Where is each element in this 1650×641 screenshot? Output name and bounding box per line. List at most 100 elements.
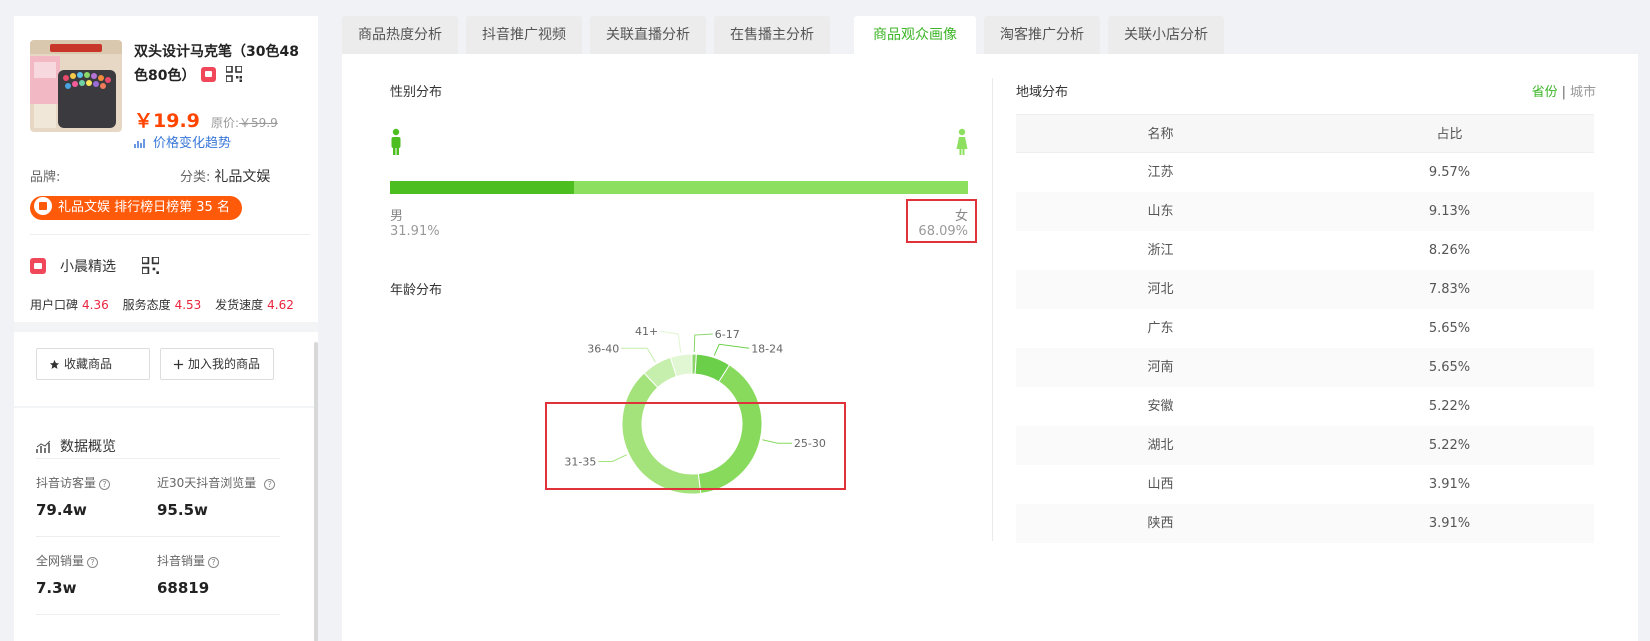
donut-label: 6-17: [715, 328, 740, 341]
current-price: ￥19.9: [134, 110, 200, 132]
score-item: 发货速度 4.62: [215, 298, 294, 312]
region-name: 山西: [1147, 477, 1174, 492]
table-row: 安徽 5.22%: [1016, 387, 1594, 426]
original-price-value: ￥59.9: [239, 116, 278, 130]
qr-code-icon[interactable]: [226, 66, 243, 82]
region-table: 名称 占比 江苏 9.57% 山东 9.13% 浙江 8.26% 河北 7.83% 广东…: [1016, 114, 1594, 543]
tab-douyin-videos[interactable]: 抖音推广视频: [466, 16, 582, 54]
tab-streamer-analysis[interactable]: 在售播主分析: [714, 16, 830, 54]
highlight-box: [545, 402, 846, 490]
tab-audience-profile[interactable]: 商品观众画像: [854, 16, 976, 54]
score-label: 服务态度: [122, 298, 171, 312]
table-row: 广东 5.65%: [1016, 309, 1594, 348]
score-label: 发货速度: [215, 298, 264, 312]
section-separator: [14, 322, 318, 332]
favorite-button[interactable]: 收藏商品: [36, 348, 150, 380]
stat-label: 抖音访客量: [36, 476, 97, 490]
rank-badge[interactable]: 礼品文娱 排行榜日榜第 35 名: [30, 196, 242, 220]
qr-code-icon[interactable]: [142, 257, 159, 274]
region-name: 广东: [1147, 321, 1174, 336]
shopping-bag-icon: [34, 197, 52, 215]
toggle-separator: |: [1561, 85, 1566, 100]
tab-store-analysis[interactable]: 关联小店分析: [1108, 16, 1224, 54]
shop-icon[interactable]: [201, 67, 217, 82]
donut-label: 41+: [635, 325, 658, 338]
age-section-title: 年龄分布: [390, 283, 443, 298]
stat-label: 抖音销量: [157, 554, 206, 568]
region-name: 湖北: [1147, 438, 1174, 453]
shop-icon: [30, 258, 46, 274]
table-row: 湖北 5.22%: [1016, 426, 1594, 465]
male-icon: [391, 128, 401, 155]
stat-value: 95.5w: [157, 501, 208, 519]
region-share: 8.26%: [1428, 243, 1471, 258]
product-card: 双头设计马克笔（30色48色80色） ￥19.9 原价:￥59.9 价格变化趋势: [30, 40, 310, 151]
rank-badge-text: 礼品文娱 排行榜日榜第 35 名: [58, 200, 230, 215]
help-icon[interactable]: ?: [87, 557, 99, 568]
divider: [36, 614, 280, 615]
region-name: 河南: [1147, 360, 1174, 375]
table-row: 江苏 9.57%: [1016, 153, 1594, 192]
add-to-my-products-button[interactable]: 加入我的商品: [160, 348, 274, 380]
section-separator: [14, 406, 318, 408]
help-icon[interactable]: ?: [99, 479, 111, 490]
original-price-label: 原价:: [210, 116, 240, 130]
product-title[interactable]: 双头设计马克笔（30色48色80色）: [134, 40, 310, 88]
tab-product-heat[interactable]: 商品热度分析: [342, 16, 458, 54]
score-item: 服务态度 4.53: [123, 298, 202, 312]
region-name: 安徽: [1147, 399, 1174, 414]
region-share: 9.13%: [1428, 204, 1471, 219]
tab-live-analysis[interactable]: 关联直播分析: [590, 16, 706, 54]
divider: [36, 458, 280, 459]
star-icon: [49, 359, 60, 369]
help-icon[interactable]: ?: [208, 557, 220, 568]
brand-label: 品牌:: [30, 170, 61, 185]
stat-total-sales: 全网销量? 7.3w: [36, 552, 166, 597]
product-title-text: 双头设计马克笔（30色48色80色）: [134, 44, 299, 84]
table-row: 陕西 3.91%: [1016, 504, 1594, 543]
favorite-button-label: 收藏商品: [64, 357, 113, 371]
stat-douyin-sales: 抖音销量? 68819: [157, 552, 287, 597]
table-row: 河北 7.83%: [1016, 270, 1594, 309]
help-icon[interactable]: ?: [264, 479, 276, 490]
region-share: 5.22%: [1428, 438, 1471, 453]
stat-value: 68819: [157, 579, 210, 597]
donut-leader-line: [621, 347, 656, 363]
gender-ratio-bar: [390, 181, 968, 194]
bar-chart-icon: [36, 440, 51, 453]
stat-douyin-visitors: 抖音访客量? 79.4w: [36, 474, 166, 519]
donut-label: 36-40: [587, 342, 619, 355]
divider: [30, 234, 310, 235]
female-icon: [956, 128, 968, 155]
stat-30day-views: 近30天抖音浏览量? 95.5w: [157, 474, 287, 519]
toggle-province[interactable]: 省份: [1532, 85, 1558, 100]
region-name: 陕西: [1147, 516, 1174, 531]
region-name: 山东: [1147, 204, 1174, 219]
data-overview-title-text: 数据概览: [60, 439, 116, 455]
sidebar-scrollbar[interactable]: [314, 342, 318, 641]
category-label: 分类:: [180, 170, 211, 185]
region-share: 9.57%: [1428, 165, 1471, 180]
male-percentage: 31.91%: [390, 224, 440, 239]
donut-leader-line: [713, 343, 750, 356]
data-overview-title: 数据概览: [36, 436, 116, 456]
column-header-name: 名称: [1147, 127, 1174, 142]
price-trend-link[interactable]: 价格变化趋势: [134, 132, 231, 151]
plus-icon: [173, 359, 184, 370]
region-name: 河北: [1147, 282, 1174, 297]
region-share: 3.91%: [1428, 516, 1471, 531]
region-share: 7.83%: [1428, 282, 1471, 297]
male-share-bar: [390, 181, 575, 194]
region-name: 江苏: [1147, 165, 1174, 180]
tab-taoke-promotion[interactable]: 淘客推广分析: [984, 16, 1100, 54]
product-sidebar: 双头设计马克笔（30色48色80色） ￥19.9 原价:￥59.9 价格变化趋势…: [14, 16, 318, 641]
product-thumbnail[interactable]: [30, 40, 122, 132]
region-share: 3.91%: [1428, 477, 1471, 492]
score-value: 4.36: [82, 298, 109, 312]
toggle-city[interactable]: 城市: [1570, 85, 1596, 100]
region-share: 5.22%: [1428, 399, 1471, 414]
donut-label: 18-24: [751, 342, 783, 355]
table-row: 山西 3.91%: [1016, 465, 1594, 504]
highlight-box: [906, 199, 977, 243]
stat-value: 7.3w: [36, 579, 77, 597]
